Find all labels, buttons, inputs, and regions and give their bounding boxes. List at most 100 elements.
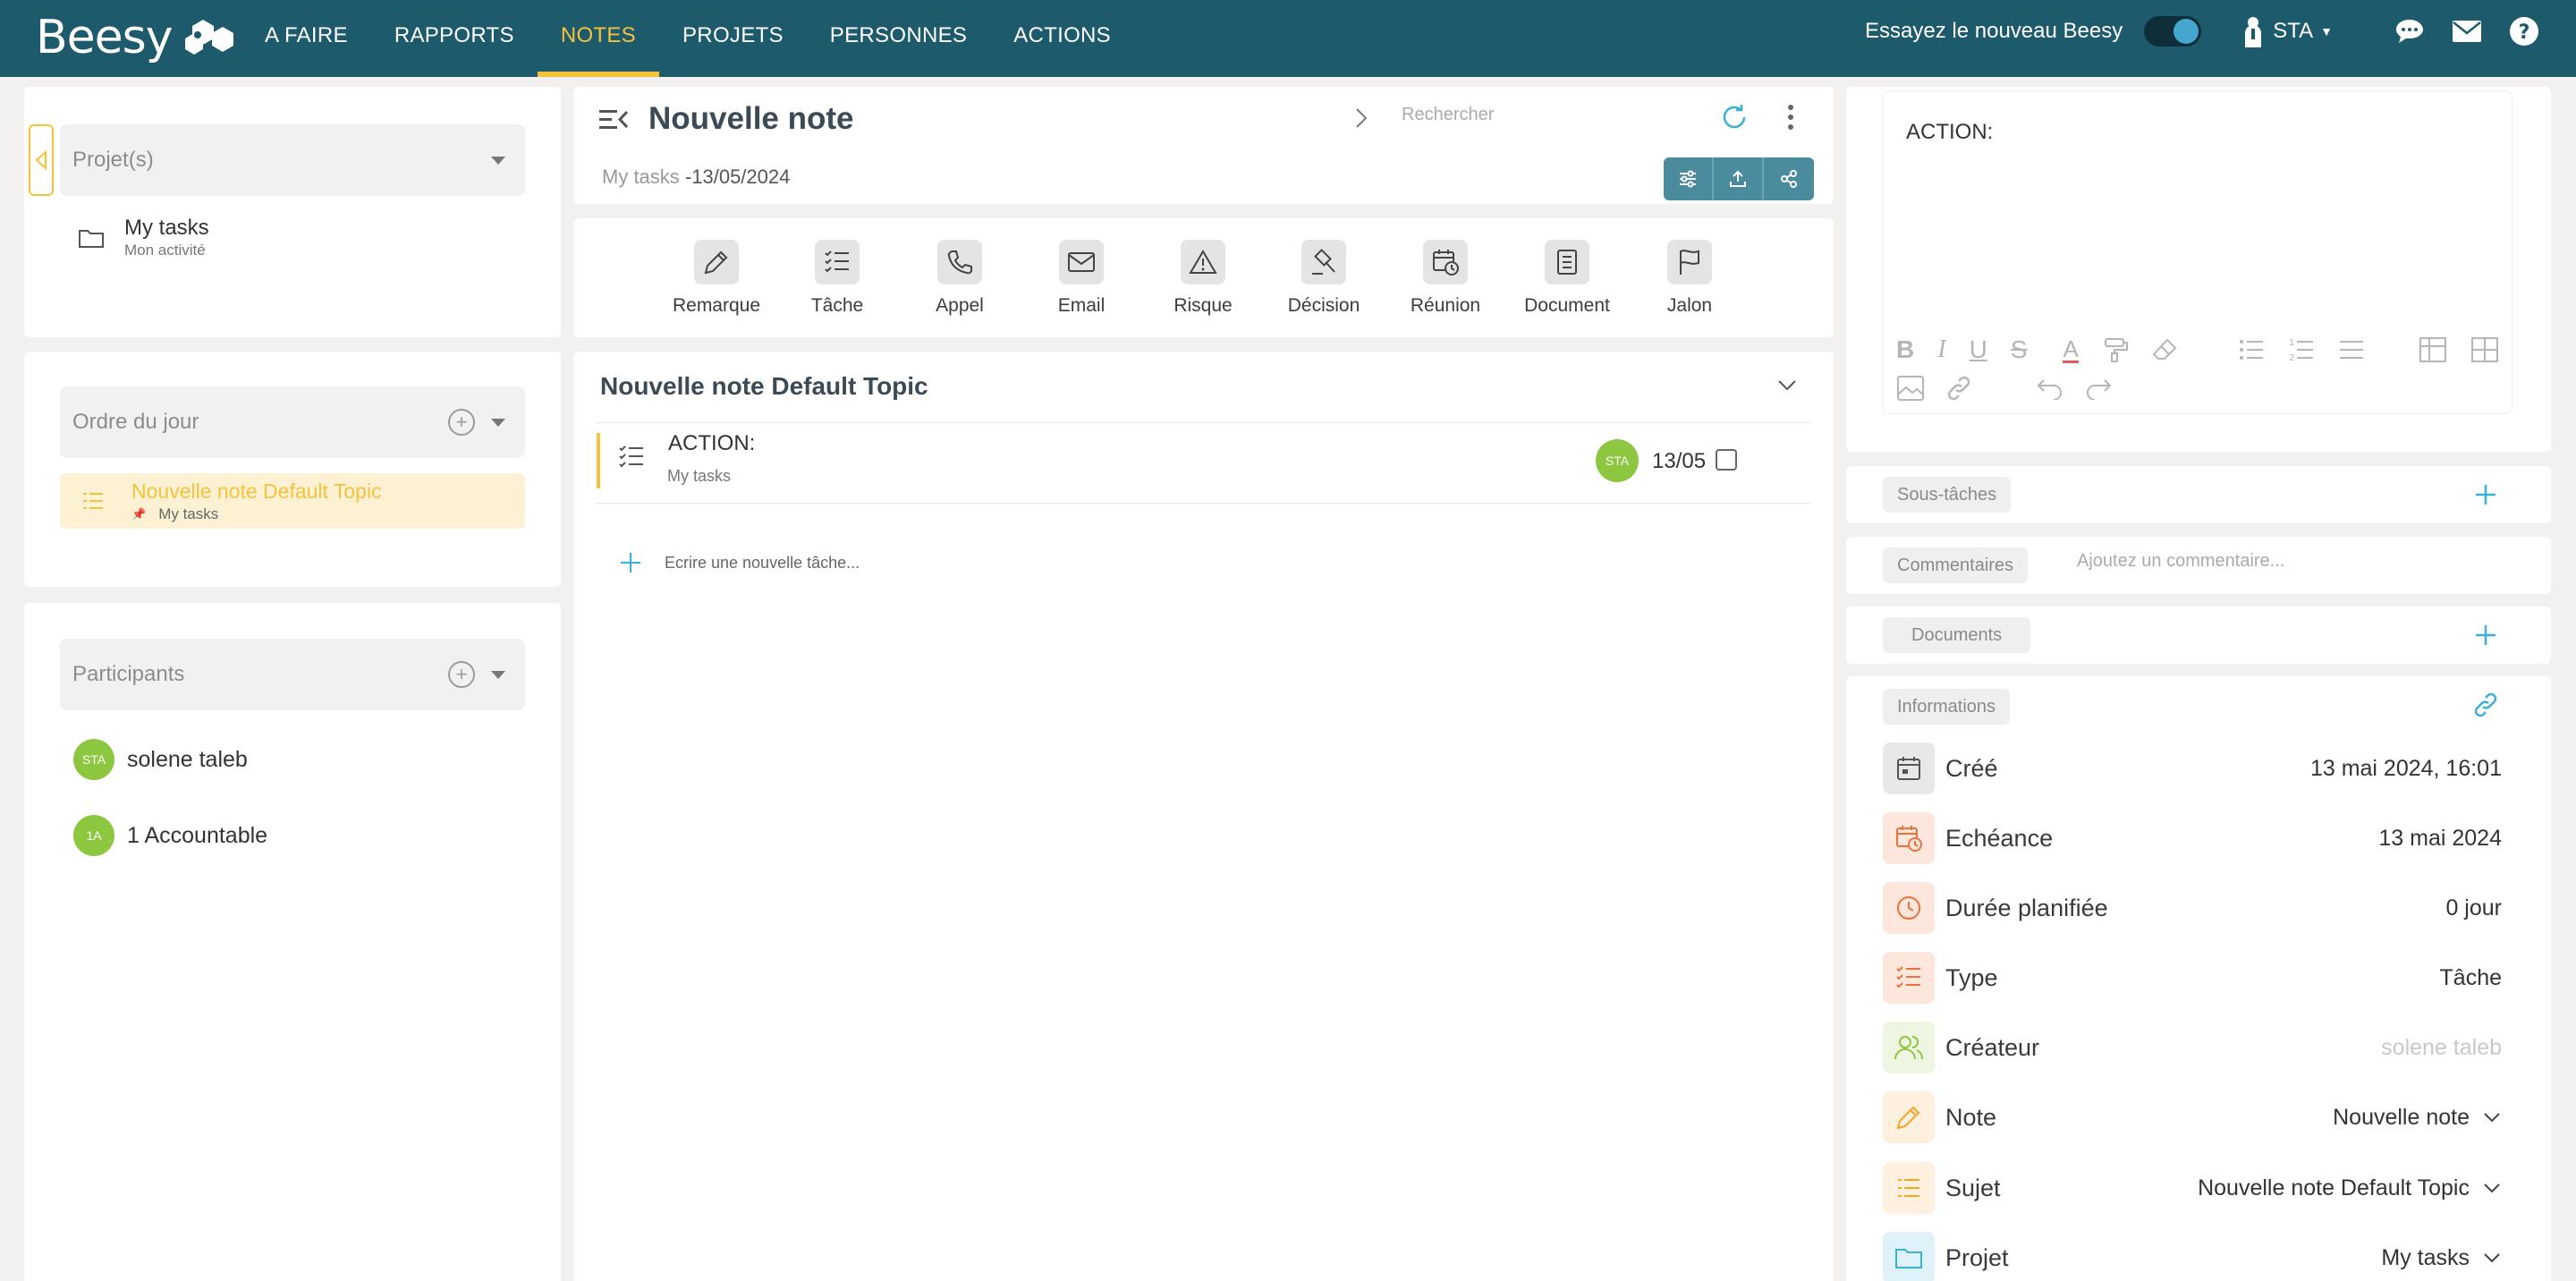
chevron-down-icon[interactable] (2482, 1182, 2502, 1194)
task-owner-avatar[interactable]: STA (1596, 439, 1639, 482)
info-row-creator: Créateur solene taleb (1883, 1022, 2502, 1073)
breadcrumb-project[interactable]: My tasks (602, 165, 680, 188)
chevron-down-icon[interactable] (1776, 378, 1798, 393)
table-icon[interactable] (2419, 336, 2447, 363)
format-painter-icon[interactable] (2102, 336, 2129, 363)
bold-icon[interactable]: B (1896, 335, 1914, 364)
comment-input[interactable]: Ajoutez un commentaire... (2077, 551, 2284, 572)
redo-icon[interactable] (2084, 377, 2113, 400)
info-row-project[interactable]: Projet My tasks (1883, 1232, 2502, 1281)
agenda-select-placeholder: Ordre du jour (72, 410, 199, 434)
add-document-icon[interactable] (2473, 623, 2498, 648)
type-label: Email (1057, 295, 1106, 316)
user-menu[interactable]: STA ▼ (2241, 15, 2333, 47)
note-title[interactable]: Nouvelle note (648, 101, 853, 137)
info-row-note[interactable]: Note Nouvelle note (1883, 1091, 2502, 1143)
info-row-subject[interactable]: Sujet Nouvelle note Default Topic (1883, 1162, 2502, 1214)
rich-text-editor[interactable]: ACTION: (1882, 90, 2512, 414)
info-row-duration[interactable]: Durée planifiée 0 jour (1883, 882, 2502, 934)
type-label: Jalon (1666, 295, 1713, 316)
agenda-select[interactable]: Ordre du jour + (60, 386, 525, 458)
type-document[interactable]: Document (1513, 240, 1621, 317)
bullet-list-icon[interactable] (2238, 338, 2265, 361)
beesy-logo[interactable]: Beesy (36, 9, 235, 66)
font-color-icon[interactable]: A (2063, 337, 2079, 363)
main-nav: A FAIRE RAPPORTS NOTES PROJETS PERSONNES… (242, 0, 1134, 77)
table-layout-icon[interactable] (2470, 336, 2499, 363)
info-row-due[interactable]: Echéance 13 mai 2024 (1883, 812, 2502, 864)
numbered-list-icon[interactable]: 12 (2288, 336, 2315, 363)
new-beesy-toggle[interactable] (2144, 16, 2202, 47)
warning-icon (1181, 240, 1225, 284)
type-jalon[interactable]: Jalon (1636, 240, 1743, 317)
italic-icon[interactable]: I (1937, 335, 1945, 364)
info-row-type[interactable]: Type Tâche (1883, 952, 2502, 1004)
info-value: 13 mai 2024, 16:01 (2310, 756, 2502, 782)
info-value: Nouvelle note (2333, 1105, 2502, 1131)
info-label: Durée planifiée (1945, 894, 2108, 921)
collapse-sidebar-button[interactable] (29, 124, 54, 196)
link-icon[interactable] (1945, 375, 1973, 402)
info-value: 13 mai 2024 (2378, 826, 2502, 852)
share-button[interactable] (1764, 157, 1814, 200)
task-row[interactable]: ACTION: My tasks STA 13/05 (597, 423, 1810, 504)
chevron-down-icon[interactable] (2482, 1111, 2502, 1124)
type-value: Tâche (2439, 964, 2502, 990)
search-input[interactable]: Rechercher (1402, 105, 1494, 125)
topic-title[interactable]: Nouvelle note Default Topic (600, 372, 928, 401)
info-label: Echéance (1945, 824, 2054, 852)
type-tache[interactable]: Tâche (784, 240, 891, 317)
type-decision[interactable]: Décision (1270, 240, 1377, 317)
list-icon (83, 493, 103, 509)
type-label: Réunion (1410, 295, 1481, 316)
type-reunion[interactable]: Réunion (1392, 240, 1499, 317)
task-due-date[interactable]: 13/05 (1652, 449, 1706, 474)
nav-a-faire[interactable]: A FAIRE (242, 0, 371, 74)
more-vertical-icon[interactable] (1786, 102, 1795, 132)
undo-icon[interactable] (2036, 377, 2064, 400)
new-task-row[interactable]: Ecrire une nouvelle tâche... (618, 550, 860, 575)
link-icon[interactable] (2471, 691, 2500, 719)
type-risque[interactable]: Risque (1149, 240, 1257, 317)
project-item[interactable]: My tasks Mon activité (78, 216, 209, 259)
add-participant-icon[interactable]: + (448, 661, 475, 688)
chat-icon[interactable] (2394, 15, 2426, 47)
nav-rapports[interactable]: RAPPORTS (371, 0, 538, 74)
mail-icon[interactable] (2451, 15, 2483, 47)
chevron-down-icon[interactable] (2482, 1251, 2502, 1264)
agenda-item[interactable]: Nouvelle note Default Topic 📌 My tasks (60, 473, 525, 529)
help-icon[interactable]: ? (2508, 15, 2540, 47)
documents-panel: Documents (1846, 607, 2551, 664)
task-checkbox[interactable] (1716, 449, 1737, 471)
note-header-panel: Nouvelle note Rechercher My tasks -13/05… (573, 87, 1834, 204)
settings-button[interactable] (1664, 157, 1714, 200)
participant-item[interactable]: 1A 1 Accountable (73, 815, 267, 856)
projects-panel: Projet(s) My tasks Mon activité (24, 87, 561, 337)
participants-select[interactable]: Participants + (60, 639, 525, 710)
type-remarque[interactable]: Remarque (663, 240, 770, 317)
add-subtask-icon[interactable] (2473, 482, 2498, 507)
participant-item[interactable]: STA solene taleb (73, 739, 248, 780)
add-agenda-icon[interactable]: + (448, 409, 475, 436)
calendar-icon (1883, 742, 1935, 794)
align-icon[interactable] (2338, 338, 2365, 361)
refresh-icon[interactable] (1719, 102, 1750, 132)
nav-notes[interactable]: NOTES (537, 0, 660, 77)
type-appel[interactable]: Appel (906, 240, 1013, 317)
chevron-right-icon[interactable] (1354, 106, 1368, 130)
eraser-icon[interactable] (2152, 336, 2179, 363)
logo-text: Beesy (36, 11, 174, 64)
project-select[interactable]: Projet(s) (60, 124, 525, 196)
image-icon[interactable] (1896, 375, 1925, 402)
strikethrough-icon[interactable]: S (2011, 335, 2028, 364)
svg-text:?: ? (2519, 21, 2530, 44)
nav-personnes[interactable]: PERSONNES (807, 0, 990, 74)
share-icon (1781, 170, 1797, 188)
toggle-sidebar-icon[interactable] (597, 106, 630, 133)
type-email[interactable]: Email (1028, 240, 1135, 317)
export-button[interactable] (1714, 157, 1764, 200)
underline-icon[interactable]: U (1970, 335, 1987, 364)
nav-projets[interactable]: PROJETS (659, 0, 807, 74)
sliders-icon (1680, 170, 1696, 188)
nav-actions[interactable]: ACTIONS (990, 0, 1134, 74)
